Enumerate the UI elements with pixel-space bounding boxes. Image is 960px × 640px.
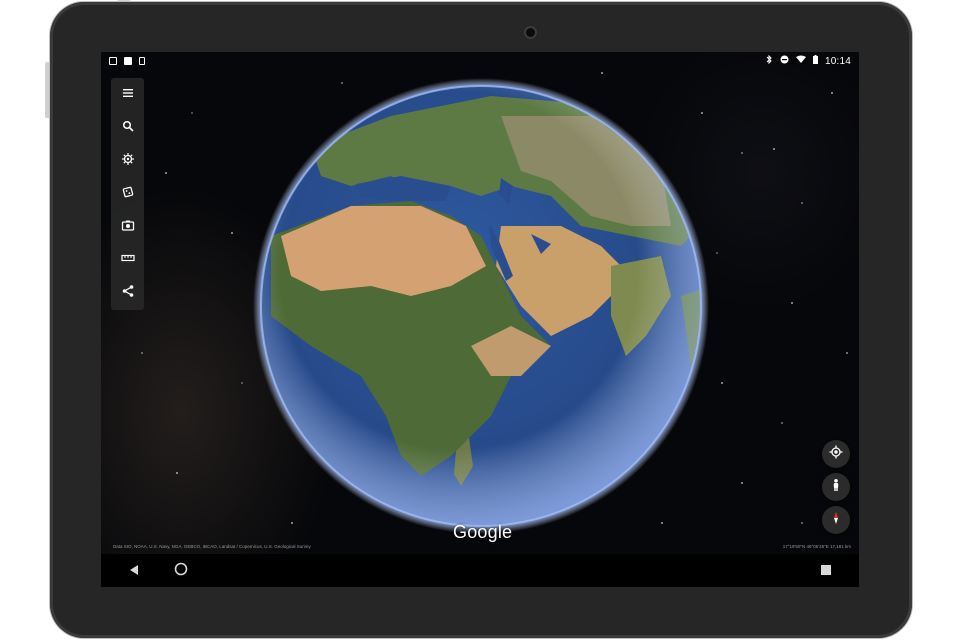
voyager-button[interactable] <box>111 144 144 177</box>
map-attribution: Data SIO, NOAA, U.S. Navy, NGA, GEBCO, I… <box>113 544 311 549</box>
wifi-icon <box>795 55 806 67</box>
my-location-button[interactable] <box>822 440 850 468</box>
home-button[interactable] <box>172 562 190 580</box>
bluetooth-icon <box>766 54 773 67</box>
recents-square-icon <box>821 562 831 580</box>
measure-button[interactable] <box>111 243 144 276</box>
back-triangle-icon <box>129 562 139 580</box>
voyager-wheel-icon <box>121 152 135 169</box>
image-icon <box>124 57 132 65</box>
recents-button[interactable] <box>817 562 835 580</box>
compass-icon <box>829 511 843 530</box>
dice-icon <box>121 185 135 202</box>
status-bar: 10:14 <box>101 52 859 70</box>
battery-icon <box>812 55 818 67</box>
gallery-icon <box>109 57 117 65</box>
menu-icon <box>121 86 135 103</box>
ruler-icon <box>120 251 135 268</box>
search-button[interactable] <box>111 111 144 144</box>
sim-icon <box>139 57 145 65</box>
do-not-disturb-icon <box>780 55 789 67</box>
menu-button[interactable] <box>111 78 144 111</box>
back-button[interactable] <box>125 562 143 580</box>
earth-globe[interactable] <box>251 76 711 536</box>
compass-button[interactable] <box>822 506 850 534</box>
share-icon <box>121 284 135 301</box>
android-nav-bar <box>101 554 859 587</box>
google-logo: Google <box>453 522 513 542</box>
clock: 10:14 <box>824 55 851 67</box>
screen: Google Data SIO, NOAA, U.S. Navy, NGA, G… <box>101 52 859 587</box>
share-button[interactable] <box>111 276 144 309</box>
space-background: Google Data SIO, NOAA, U.S. Navy, NGA, G… <box>101 52 859 554</box>
feeling-lucky-button[interactable] <box>111 177 144 210</box>
home-circle-icon <box>174 562 188 581</box>
pegman-button[interactable] <box>822 473 850 501</box>
side-toolbar <box>111 78 144 310</box>
pegman-icon <box>829 478 843 497</box>
front-camera <box>526 28 535 37</box>
coordinates-readout: 17°19'50"N 46°05'25"E 17,181 km <box>782 544 851 549</box>
camera-icon <box>121 218 135 235</box>
snapshot-button[interactable] <box>111 210 144 243</box>
search-icon <box>121 119 135 136</box>
target-icon <box>829 445 843 464</box>
